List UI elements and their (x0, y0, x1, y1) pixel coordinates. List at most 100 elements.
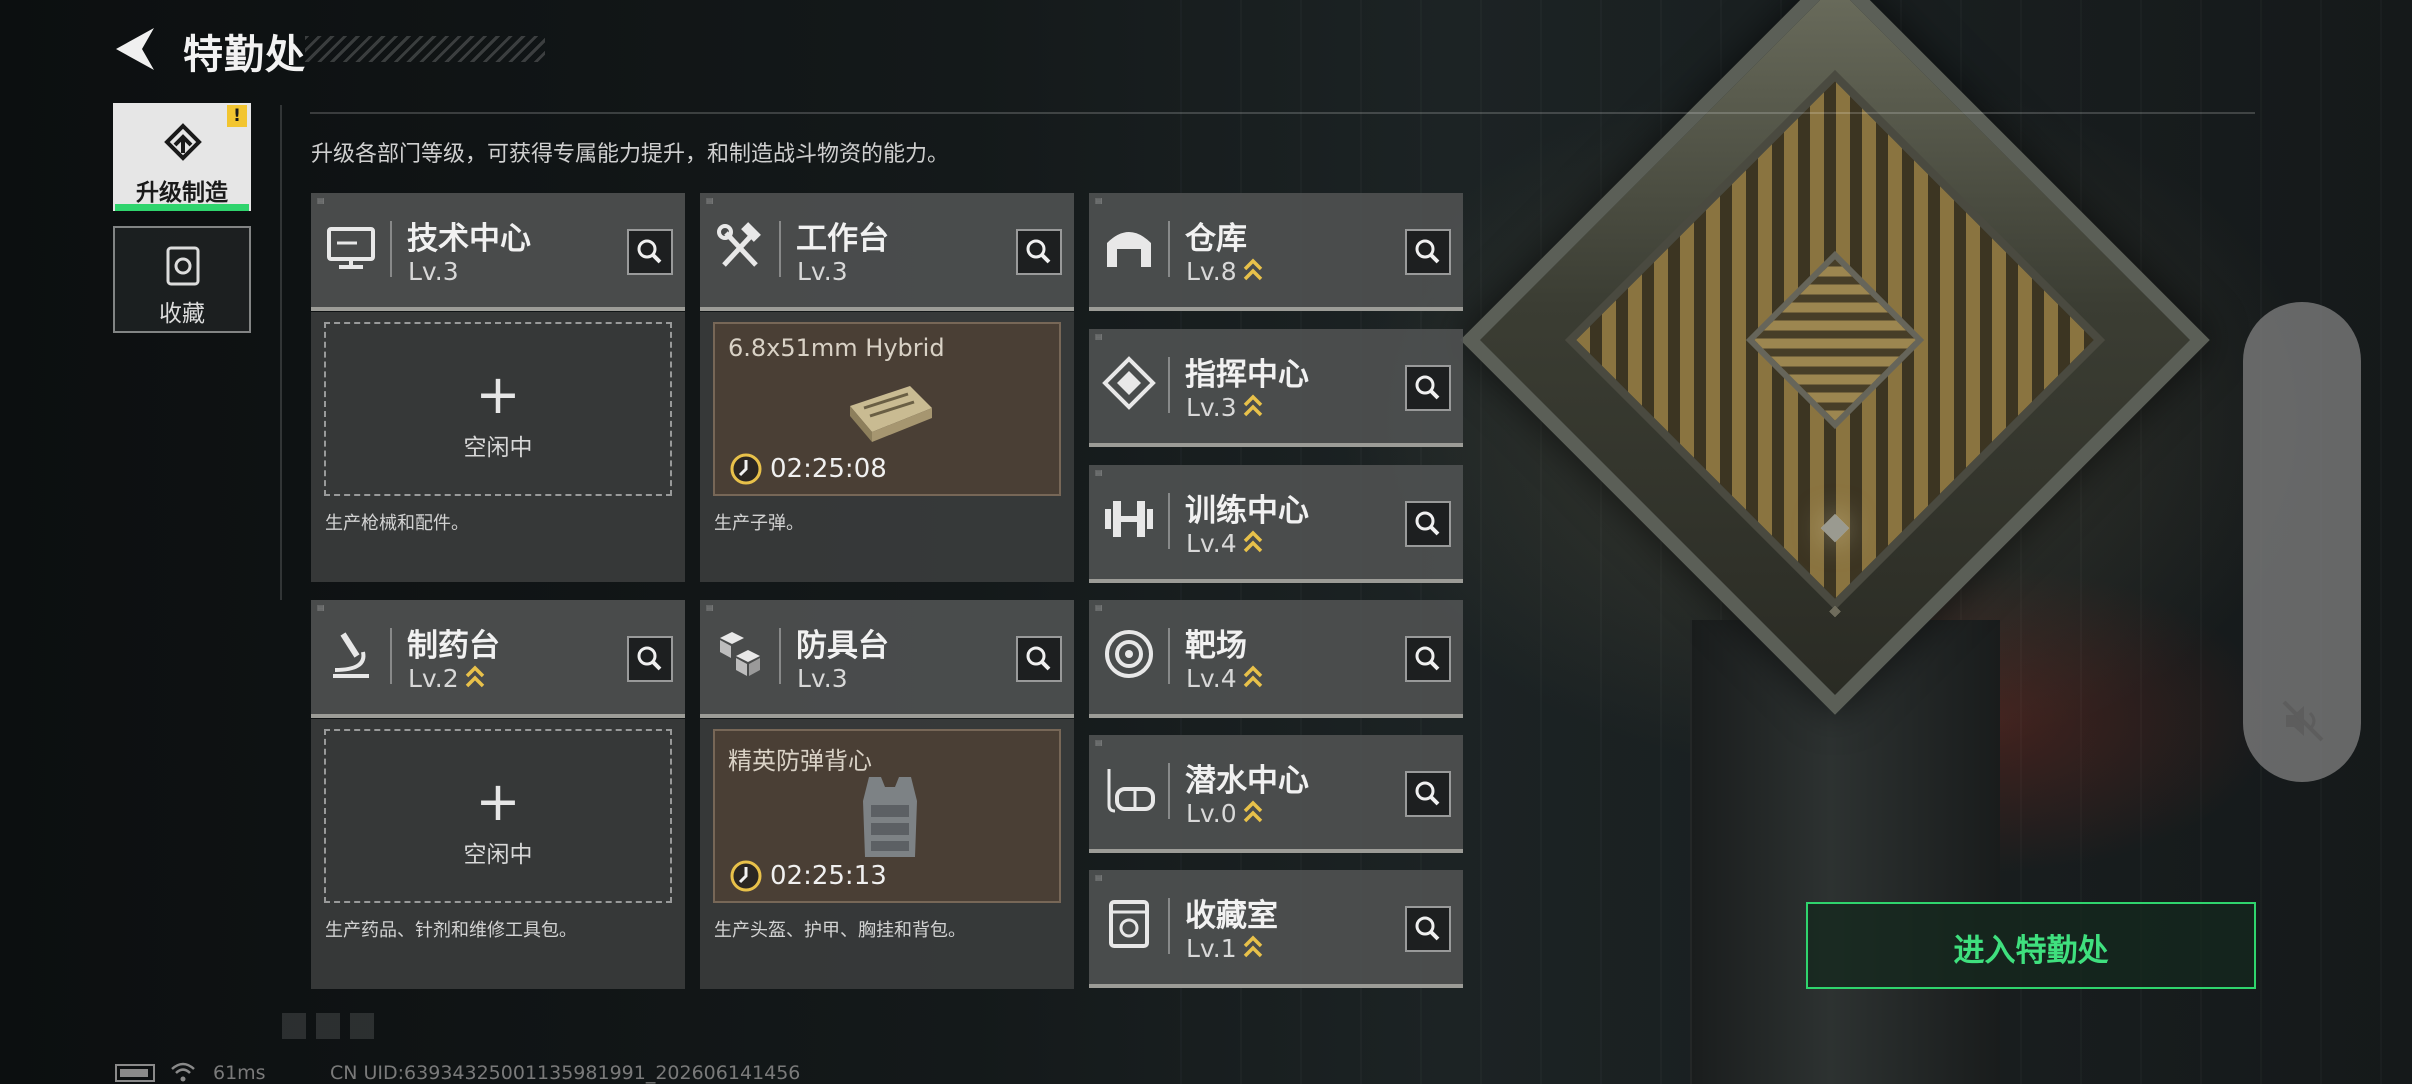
armor-vest-image (863, 777, 917, 857)
inspect-button[interactable] (1405, 365, 1451, 411)
user-uid: CN UID:6393432500113598199​1_20260614145… (330, 1062, 801, 1084)
dept-name: 潜水中心 (1185, 763, 1309, 799)
card-tag: ▤ (317, 603, 325, 612)
slot-status: 空闲中 (463, 435, 533, 461)
magnifier-icon (1415, 781, 1440, 806)
page-title: 特勤处 (183, 32, 306, 78)
diving-mask-icon (1107, 769, 1155, 813)
dept-level-value: Lv.4 (1186, 664, 1237, 693)
product-name: 精英防弹背心 (728, 747, 872, 775)
card-tag: ▤ (317, 196, 325, 205)
card-separator (1168, 493, 1170, 549)
dept-card-header: ▤ 靶场 Lv.4 (1089, 600, 1463, 718)
dept-card-tech-center[interactable]: ▤ 技术中心 Lv.3 (311, 193, 685, 311)
upgrade-chevron-icon (1243, 800, 1262, 823)
dept-level: Lv.1 (1186, 934, 1263, 963)
dept-level: Lv.8 (1186, 257, 1263, 286)
dept-card-training[interactable]: ▤ 训练中心 Lv.4 (1089, 465, 1463, 583)
magnifier-icon (1415, 239, 1440, 264)
magnifier-icon (1415, 916, 1440, 941)
card-separator (390, 221, 392, 277)
wifi-icon (171, 1062, 195, 1082)
dept-level-value: Lv.3 (1186, 393, 1237, 422)
dept-card-command[interactable]: ▤ 指挥中心 Lv.3 (1089, 329, 1463, 447)
back-arrow-icon (116, 28, 154, 70)
empty-production-slot[interactable]: + 空闲中 (324, 322, 672, 496)
card-tag: ▤ (1095, 196, 1103, 205)
card-separator (1168, 221, 1170, 277)
card-separator (1168, 628, 1170, 684)
dept-card-header: ▤ 指挥中心 Lv.3 (1089, 329, 1463, 447)
upgrade-chevron-icon (465, 665, 484, 688)
dept-description: 生产头盔、护甲、胸挂和背包。 (714, 920, 966, 941)
dept-panel-tech-center: + 空闲中 生产枪械和配件。 (311, 312, 685, 582)
inspect-button[interactable] (627, 229, 673, 275)
dept-name: 收藏室 (1185, 898, 1278, 934)
inspect-button[interactable] (1016, 636, 1062, 682)
target-icon (1105, 630, 1153, 678)
speaker-muted-icon (2282, 700, 2324, 742)
dept-level: Lv.3 (1186, 393, 1263, 422)
inspect-button[interactable] (1016, 229, 1062, 275)
tab-upgrade-craft-label: 升级制造 (136, 180, 228, 206)
card-separator (1168, 898, 1170, 954)
inspect-button[interactable] (627, 636, 673, 682)
dept-card-diving[interactable]: ▤ 潜水中心 Lv.0 (1089, 735, 1463, 853)
inspect-button[interactable] (1405, 636, 1451, 682)
header-divider (310, 112, 2255, 114)
dept-description: 生产子弹。 (714, 513, 804, 534)
production-slot[interactable]: 精英防弹背心 02:25:13 (713, 729, 1061, 903)
card-tag: ▤ (1095, 468, 1103, 477)
inspect-button[interactable] (1405, 501, 1451, 547)
enter-special-ops-button[interactable]: 进入特勤处 (1806, 902, 2256, 989)
card-tag: ▤ (706, 603, 714, 612)
upgrade-chevron-icon (1243, 665, 1262, 688)
timer-icon (730, 453, 762, 485)
ammo-box-image (850, 386, 932, 442)
dept-name: 技术中心 (407, 221, 531, 257)
dept-level: Lv.4 (1186, 664, 1263, 693)
dept-card-range[interactable]: ▤ 靶场 Lv.4 (1089, 600, 1463, 718)
monitor-icon (327, 227, 375, 269)
page-subtitle: 升级各部门等级，可获得专属能力提升，和制造战斗物资的能力。 (311, 142, 950, 167)
enter-button-label: 进入特勤处 (1953, 933, 2109, 969)
dept-card-pharmacy[interactable]: ▤ 制药台 Lv.2 (311, 600, 685, 718)
magnifier-icon (1415, 646, 1440, 671)
hammer-wrench-icon (717, 222, 761, 267)
dept-level: Lv.4 (1186, 529, 1263, 558)
dept-card-collection-room[interactable]: ▤ 收藏室 Lv.1 (1089, 870, 1463, 988)
inspect-button[interactable] (1405, 771, 1451, 817)
dept-card-armor[interactable]: ▤ 防具台 Lv.3 (700, 600, 1074, 718)
empty-production-slot[interactable]: + 空闲中 (324, 729, 672, 903)
dept-level: Lv.3 (797, 664, 848, 693)
collection-icon (166, 246, 200, 286)
tab-upgrade-craft[interactable]: 升级制造 ! (113, 103, 251, 211)
upgrade-chevron-icon (1243, 935, 1262, 958)
dept-name: 指挥中心 (1185, 357, 1309, 393)
dept-panel-armor: 精英防弹背心 02:25:13 生产头盔、护甲、胸挂和背包。 (700, 719, 1074, 989)
dept-name: 工作台 (796, 221, 889, 257)
dept-level: Lv.3 (408, 257, 459, 286)
dept-description: 生产枪械和配件。 (325, 513, 469, 534)
tab-collection[interactable]: 收藏 (113, 226, 251, 333)
inspect-button[interactable] (1405, 906, 1451, 952)
dept-card-warehouse[interactable]: ▤ 仓库 Lv.8 (1089, 193, 1463, 311)
microscope-icon (333, 632, 369, 678)
magnifier-icon (637, 646, 662, 671)
timer-icon (730, 860, 762, 892)
dept-card-header: ▤ 潜水中心 Lv.0 (1089, 735, 1463, 853)
back-button[interactable] (112, 24, 158, 74)
production-slot[interactable]: 6.8x51mm Hybrid 02:25:08 (713, 322, 1061, 496)
magnifier-icon (1026, 239, 1051, 264)
mute-button[interactable] (2280, 698, 2326, 744)
dept-card-workbench[interactable]: ▤ 工作台 Lv.3 (700, 193, 1074, 311)
magnifier-icon (637, 239, 662, 264)
tab-divider (280, 105, 282, 600)
dept-name: 仓库 (1185, 221, 1247, 257)
add-icon: + (475, 770, 521, 833)
dept-level: Lv.3 (797, 257, 848, 286)
title-decoration (305, 36, 545, 62)
dept-card-header: ▤ 训练中心 Lv.4 (1089, 465, 1463, 583)
inspect-button[interactable] (1405, 229, 1451, 275)
dept-name: 防具台 (796, 628, 889, 664)
